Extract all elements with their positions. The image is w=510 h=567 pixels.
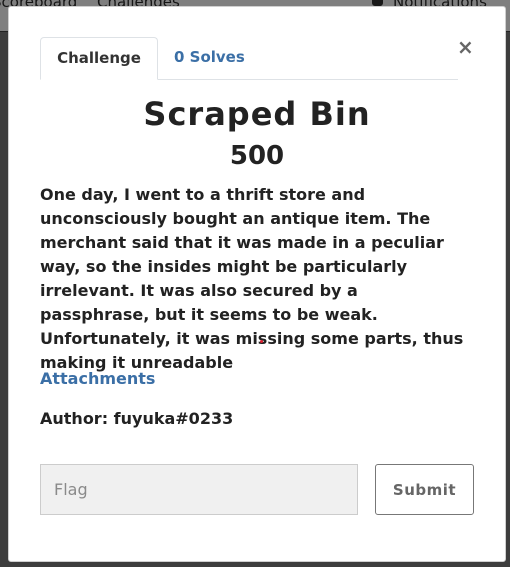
challenge-description: One day, I went to a thrift store and un…	[40, 185, 464, 372]
red-dot-marker	[260, 340, 263, 343]
challenge-author: Author: fuyuka#0233	[40, 409, 234, 428]
tab-challenge[interactable]: Challenge	[40, 37, 158, 80]
challenge-title: Scraped Bin	[143, 95, 371, 133]
challenge-modal: Challenge 0 Solves × Scraped Bin 500 One…	[8, 6, 506, 562]
modal-tabs: Challenge 0 Solves	[40, 37, 458, 80]
challenge-value: 500	[229, 141, 285, 171]
attachments-link[interactable]: Attachments	[40, 369, 155, 388]
flag-input[interactable]	[40, 464, 358, 515]
close-icon[interactable]: ×	[457, 37, 474, 57]
tab-solves[interactable]: 0 Solves	[158, 37, 261, 80]
submit-button[interactable]: Submit	[375, 464, 474, 515]
